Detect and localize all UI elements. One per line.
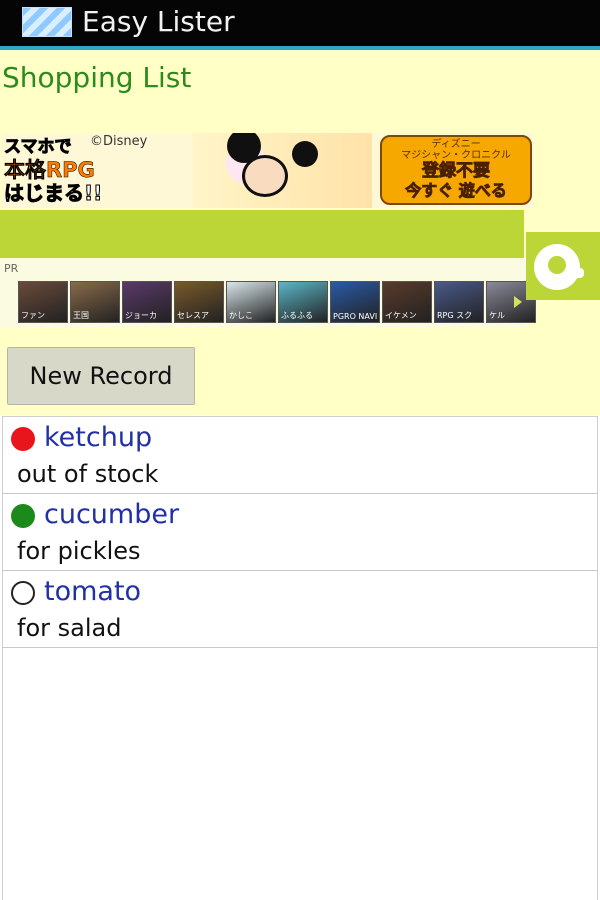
- banner-cta[interactable]: ディズニー マジシャン・クロニクル 登録不要 今すぐ 遊べる: [380, 135, 532, 205]
- ad-thumbnail-label: イケメン: [385, 311, 417, 320]
- ad-thumbnail[interactable]: ジョーカ: [122, 281, 172, 323]
- ad-thumbnail-label: ファン: [21, 311, 45, 320]
- banner-line: 本格RPG: [4, 158, 95, 182]
- item-note: out of stock: [17, 460, 159, 488]
- banner-cta-line: 登録不要: [422, 161, 491, 182]
- list-item[interactable]: ketchup out of stock: [3, 417, 597, 494]
- ad-thumbnail-label: RPG スク: [437, 311, 473, 320]
- ad-thumbnail[interactable]: イケメン: [382, 281, 432, 323]
- pr-label: PR: [4, 262, 19, 275]
- banner-cta-line: 今すぐ 遊べる: [405, 181, 507, 201]
- character-face: [242, 155, 288, 197]
- banner-cta-line: ディズニー: [431, 139, 481, 150]
- ad-thumbnail-label: ふるふる: [281, 311, 313, 320]
- notepad-icon: [22, 7, 72, 37]
- new-record-button[interactable]: New Record: [7, 347, 195, 405]
- app-title: Easy Lister: [82, 5, 235, 38]
- ad-thumbnail[interactable]: RPG スク: [434, 281, 484, 323]
- ad-thumbnail-row: ファン 王国 ジョーカ セレスア かしこ ふるふる PGRO NAVI イケメン RPG スク ケ…: [18, 281, 536, 323]
- ad-thumbnail[interactable]: かしこ: [226, 281, 276, 323]
- list-item[interactable]: tomato for salad: [3, 571, 597, 648]
- list-item[interactable]: cucumber for pickles: [3, 494, 597, 571]
- ad-thumbnail-label: PGRO NAVI: [333, 312, 378, 321]
- banner-cta-line: マジシャン・クロニクル: [401, 150, 511, 161]
- status-dot-icon[interactable]: [11, 504, 35, 528]
- ad-thumbnail-label: セレスア: [177, 311, 209, 320]
- ad-logo-icon-hole: [548, 256, 566, 274]
- status-dot-icon[interactable]: [11, 581, 35, 605]
- ad-thumbnail[interactable]: ふるふる: [278, 281, 328, 323]
- shopping-list: ketchup out of stock cucumber for pickles to…: [2, 416, 598, 900]
- ad-thumbnail[interactable]: PGRO NAVI: [330, 281, 380, 323]
- ad-banner[interactable]: スマホで 本格RPG はじまる!! ©Disney ディズニー マジシャン・クロ…: [2, 133, 534, 208]
- item-name: cucumber: [44, 499, 180, 530]
- ad-band: [0, 210, 524, 258]
- item-note: for pickles: [17, 537, 141, 565]
- banner-copyright: ©Disney: [90, 134, 148, 149]
- ad-thumbnail-label: ケル: [489, 311, 505, 320]
- title-bar: Easy Lister: [0, 0, 600, 46]
- ad-logo-icon-tail: [570, 268, 584, 278]
- banner-line: スマホで: [3, 137, 72, 158]
- scroll-right-arrow-icon[interactable]: [514, 296, 522, 308]
- character-ear: [292, 141, 318, 167]
- ad-thumbnail[interactable]: セレスア: [174, 281, 224, 323]
- ad-thumbnail-label: ジョーカ: [125, 311, 157, 320]
- item-note: for salad: [17, 614, 122, 642]
- ad-thumbnail[interactable]: 王国: [70, 281, 120, 323]
- page-title: Shopping List: [2, 61, 192, 94]
- banner-line: はじまる!!: [3, 181, 103, 205]
- ad-thumbnail-label: 王国: [73, 311, 89, 320]
- ad-thumbnail[interactable]: ファン: [18, 281, 68, 323]
- status-dot-icon[interactable]: [11, 427, 35, 451]
- banner-left-text: スマホで 本格RPG はじまる!!: [3, 136, 103, 206]
- item-name: ketchup: [44, 422, 153, 453]
- item-name: tomato: [44, 576, 142, 607]
- ad-thumbnail-label: かしこ: [229, 311, 253, 320]
